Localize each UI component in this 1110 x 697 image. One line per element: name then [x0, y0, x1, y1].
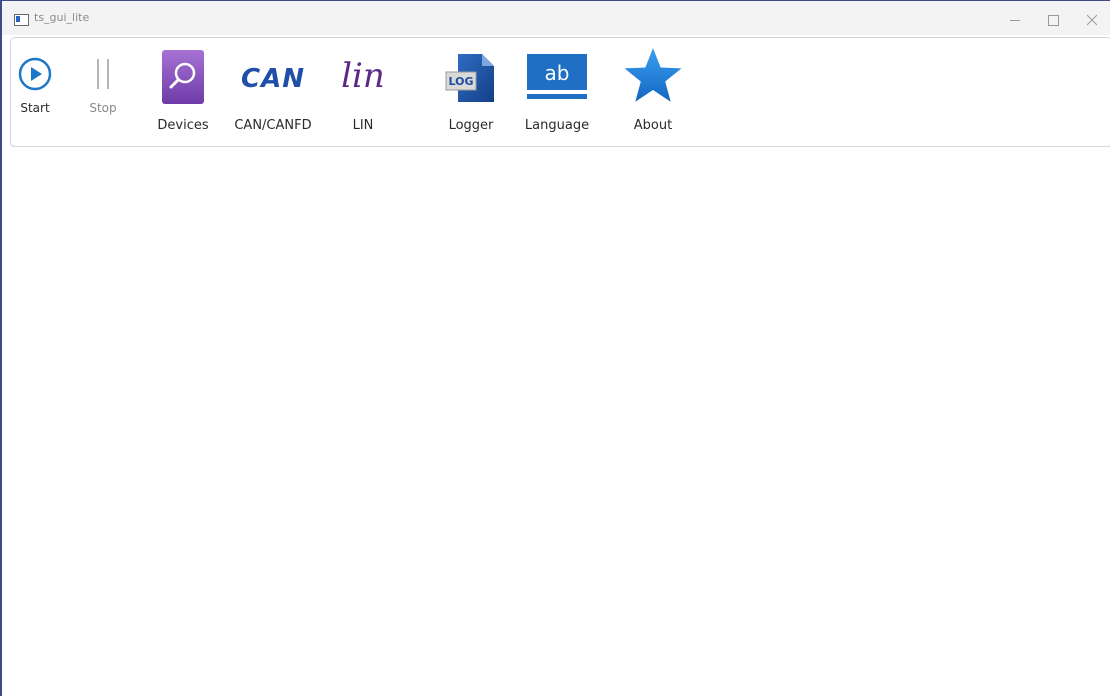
- play-icon: [18, 57, 52, 91]
- can-canfd-label: CAN/CANFD: [234, 118, 312, 133]
- app-window: ts_gui_lite Start Stop Devices CAN CAN/C…: [0, 0, 1110, 696]
- logger-label: Logger: [448, 118, 494, 133]
- maximize-button[interactable]: [1043, 10, 1063, 30]
- search-devices-icon: [162, 50, 204, 104]
- window-title: ts_gui_lite: [34, 11, 90, 24]
- about-button[interactable]: About: [621, 38, 685, 146]
- minimize-icon: [1010, 20, 1020, 21]
- devices-label: Devices: [157, 118, 209, 133]
- stop-label: Stop: [89, 101, 117, 115]
- log-file-icon: LOG: [445, 54, 494, 102]
- stop-button[interactable]: Stop: [81, 38, 125, 146]
- title-bar[interactable]: ts_gui_lite: [2, 1, 1110, 35]
- devices-button[interactable]: Devices: [151, 38, 215, 146]
- lin-icon-text: lin: [341, 56, 385, 96]
- language-button[interactable]: ab Language: [517, 38, 597, 146]
- language-label: Language: [524, 118, 590, 133]
- app-icon: [14, 14, 29, 26]
- start-label: Start: [20, 101, 50, 115]
- can-canfd-button[interactable]: CAN CAN/CANFD: [231, 38, 315, 146]
- logger-button[interactable]: LOG Logger: [439, 38, 503, 146]
- lin-button[interactable]: lin LIN: [331, 38, 395, 146]
- star-icon: [624, 48, 682, 102]
- can-icon: CAN: [241, 64, 305, 94]
- about-label: About: [633, 118, 673, 133]
- minimize-button[interactable]: [1005, 10, 1025, 30]
- close-icon: [1086, 14, 1098, 26]
- close-button[interactable]: [1082, 10, 1102, 30]
- logger-icon-text: LOG: [449, 75, 474, 88]
- main-content-area: [2, 147, 1110, 696]
- ribbon-toolbar: Start Stop Devices CAN CAN/CANFD lin LIN…: [10, 37, 1110, 147]
- can-icon-text: CAN: [241, 64, 305, 94]
- maximize-icon: [1048, 15, 1059, 26]
- pause-icon: [97, 59, 109, 89]
- start-button[interactable]: Start: [13, 38, 57, 146]
- language-icon-text: ab: [545, 61, 570, 85]
- language-icon: ab: [527, 54, 587, 99]
- lin-label: LIN: [352, 118, 374, 133]
- lin-icon: lin: [341, 56, 385, 96]
